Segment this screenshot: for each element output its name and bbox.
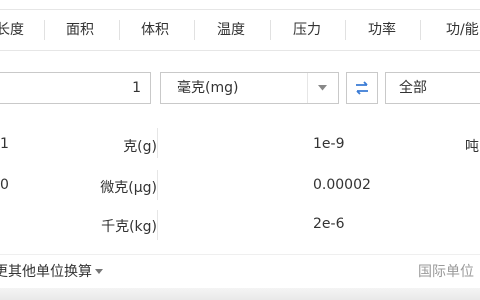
tab-work-energy[interactable]: 功/能: [446, 10, 479, 50]
tab-separator: [119, 20, 120, 40]
swap-button[interactable]: [346, 72, 378, 104]
column-divider: [157, 128, 158, 158]
unit-select-dropdown[interactable]: [307, 73, 338, 103]
tab-pressure[interactable]: 压力: [293, 10, 321, 50]
value-input[interactable]: 1: [0, 72, 151, 104]
from-unit-label: 毫克(mg): [177, 80, 239, 96]
scope-select[interactable]: 全部: [385, 72, 480, 104]
tab-separator: [270, 20, 271, 40]
column-divider: [157, 170, 158, 200]
tab-volume[interactable]: 体积: [141, 10, 169, 50]
tab-power[interactable]: 功率: [368, 10, 396, 50]
tab-separator: [345, 20, 346, 40]
result-unit: 微克(μg): [100, 180, 157, 196]
result-unit: 吨: [465, 139, 479, 155]
result-value: 1e-9: [313, 136, 345, 152]
more-conversions-link[interactable]: 更其他单位换算: [0, 261, 103, 281]
chevron-down-icon: [318, 85, 327, 91]
divider: [0, 254, 480, 255]
tab-area[interactable]: 面积: [66, 10, 94, 50]
footer-shadow: [0, 288, 480, 300]
tab-length[interactable]: 长度: [0, 10, 24, 50]
tab-temperature[interactable]: 温度: [217, 10, 245, 50]
tab-separator: [44, 20, 45, 40]
caret-down-icon: [95, 262, 103, 278]
tab-separator: [194, 20, 195, 40]
more-conversions-label: 更其他单位换算: [0, 264, 92, 280]
from-unit-select[interactable]: 毫克(mg): [160, 72, 339, 104]
category-tabs: 长度 面积 体积 温度 压力 功率 功/能: [0, 9, 480, 51]
column-divider: [157, 210, 158, 240]
tab-separator: [420, 20, 421, 40]
unit-converter: 长度 面积 体积 温度 压力 功率 功/能 1 毫克(mg) 全部 1 克(g)…: [0, 0, 480, 300]
result-unit: 克(g): [123, 139, 157, 155]
international-units-link[interactable]: 国际单位: [418, 261, 474, 281]
result-value: 0.00002: [313, 177, 371, 193]
scope-label: 全部: [399, 80, 427, 96]
result-unit: 千克(kg): [101, 219, 157, 235]
result-value: 2e-6: [313, 216, 345, 232]
swap-icon: [356, 81, 368, 95]
value-input-text: 1: [132, 80, 141, 96]
